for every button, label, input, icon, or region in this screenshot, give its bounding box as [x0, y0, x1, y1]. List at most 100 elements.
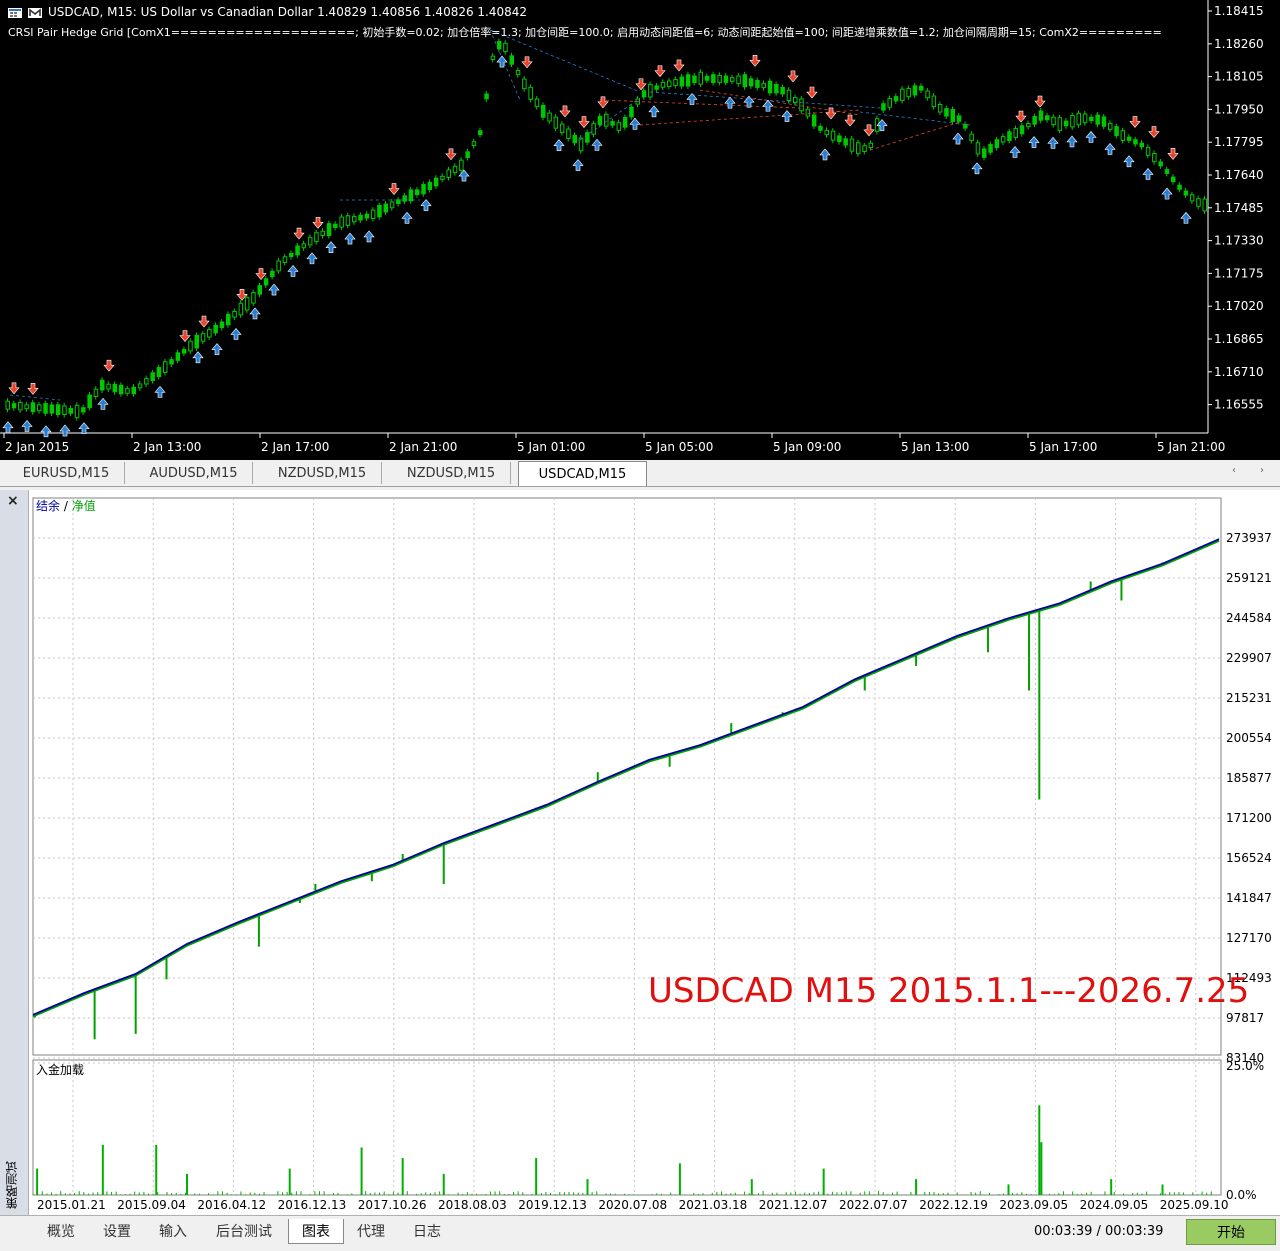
candle-body	[931, 95, 937, 108]
buy-arrow-icon	[591, 138, 603, 151]
candle-body	[604, 113, 609, 127]
close-icon[interactable]: ×	[7, 493, 19, 509]
chart-tab-nzdusd-m15-3[interactable]: NZDUSD,M15	[392, 462, 511, 484]
candle-body	[849, 138, 855, 152]
candle-body	[862, 145, 867, 152]
candle-body	[389, 201, 395, 209]
candle-body	[1026, 123, 1031, 128]
sell-arrow-icon	[255, 268, 267, 280]
candle-body	[1126, 136, 1132, 141]
candle-body	[1120, 130, 1126, 141]
buy-arrow-icon	[78, 422, 90, 435]
candle-body	[673, 79, 678, 87]
candle-body	[837, 135, 842, 143]
tab-scroll-left-icon[interactable]: ‹	[1232, 465, 1236, 476]
time-tick-label: 2 Jan 21:00	[389, 440, 457, 454]
buy-arrow-icon	[230, 327, 242, 340]
buy-arrow-icon	[1047, 136, 1059, 149]
tester-tab-0[interactable]: 概览	[34, 1219, 88, 1243]
tester-tab-2[interactable]: 输入	[146, 1219, 200, 1243]
candle-body	[553, 116, 559, 129]
candle-body	[767, 80, 773, 94]
candle-body	[263, 278, 269, 286]
buy-arrow-icon	[306, 252, 318, 265]
candle-body	[314, 232, 319, 243]
sell-arrow-icon	[844, 114, 856, 127]
date-tick-label: 2015.01.21	[37, 1198, 106, 1212]
sell-arrow-icon	[559, 105, 571, 118]
tester-tab-4[interactable]: 图表	[288, 1219, 344, 1244]
candle-body	[1013, 128, 1018, 138]
chart-tab-audusd-m15-1[interactable]: AUDUSD,M15	[135, 462, 253, 484]
candle-body	[194, 334, 199, 349]
buy-arrow-icon	[553, 139, 565, 151]
tester-tab-5[interactable]: 代理	[344, 1219, 398, 1243]
price-chart[interactable]: 1.18415 1.18260 1.18105 1.17950 1.17795 1.176…	[0, 0, 1280, 460]
candle-body	[692, 75, 697, 83]
chart-tab-eurusd-m15-0[interactable]: EURUSD,M15	[8, 462, 125, 484]
tab-scroll-right-icon[interactable]: ›	[1260, 465, 1264, 476]
chart-tab-usdcad-m15-4[interactable]: USDCAD,M15	[518, 461, 647, 486]
start-button[interactable]: 开始	[1186, 1219, 1276, 1245]
price-tick-label: 1.18260	[1214, 37, 1264, 51]
sell-arrow-icon	[597, 96, 609, 109]
balance-tick-label: 141847	[1226, 891, 1272, 905]
candle-body	[339, 216, 344, 228]
tester-tab-1[interactable]: 设置	[90, 1219, 144, 1243]
candle-body	[421, 183, 426, 195]
sell-arrow-icon	[1015, 110, 1027, 123]
candle-body	[761, 82, 766, 89]
candle-body	[1045, 115, 1050, 121]
sell-arrow-icon	[198, 315, 210, 328]
buy-arrow-icon	[1066, 135, 1078, 148]
candle-body	[622, 117, 628, 128]
candle-body	[1019, 125, 1025, 135]
sell-arrow-icon	[863, 124, 875, 137]
candle-body	[1095, 114, 1100, 125]
chart-tab-nzdusd-m15-2[interactable]: NZDUSD,M15	[263, 462, 382, 484]
candle-body	[1158, 161, 1163, 167]
candle-body	[137, 383, 143, 389]
test-period-annotation: USDCAD M15 2015.1.1---2026.7.25	[648, 971, 1250, 1011]
sell-arrow-icon	[635, 78, 647, 91]
candle-body	[24, 404, 29, 410]
candle-body	[43, 403, 48, 414]
sell-arrow-icon	[1129, 116, 1141, 128]
candle-body	[478, 130, 483, 136]
sell-arrow-icon	[1148, 126, 1160, 139]
buy-arrow-icon	[287, 265, 299, 277]
buy-arrow-icon	[648, 105, 660, 118]
candle-body	[856, 142, 861, 155]
candle-body	[5, 400, 10, 410]
candle-body	[352, 215, 357, 223]
price-tick-label: 1.18415	[1214, 4, 1264, 18]
chart-title: USDCAD, M15: US Dollar vs Canadian Dolla…	[8, 4, 527, 20]
candle-body	[597, 115, 603, 125]
candle-body	[975, 142, 981, 155]
date-tick-label: 2023.09.05	[999, 1198, 1068, 1212]
candle-body	[415, 189, 420, 196]
candle-body	[1152, 152, 1157, 163]
candle-body	[515, 69, 521, 76]
candle-body	[118, 384, 124, 395]
candle-body	[541, 104, 546, 118]
candle-body	[87, 394, 92, 409]
chart-symbol: USDCAD, M15:	[48, 5, 137, 19]
sell-arrow-icon	[673, 59, 685, 72]
sell-arrow-icon	[312, 216, 324, 229]
date-tick-label: 2021.12.07	[759, 1198, 828, 1212]
sell-arrow-icon	[749, 55, 761, 67]
tester-tab-3[interactable]: 后台测试	[202, 1219, 286, 1243]
balance-legend: 结余 / 净值	[36, 497, 96, 514]
buy-arrow-icon	[686, 92, 698, 105]
candle-body	[982, 148, 987, 158]
buy-arrow-icon	[249, 307, 261, 320]
candle-body	[156, 367, 162, 378]
candle-body	[969, 133, 974, 142]
sell-arrow-icon	[806, 86, 818, 99]
candle-body	[937, 103, 943, 113]
candle-body	[402, 195, 407, 202]
date-tick-label: 2021.03.18	[679, 1198, 748, 1212]
tester-tab-6[interactable]: 日志	[400, 1219, 454, 1243]
candle-body	[200, 333, 206, 342]
